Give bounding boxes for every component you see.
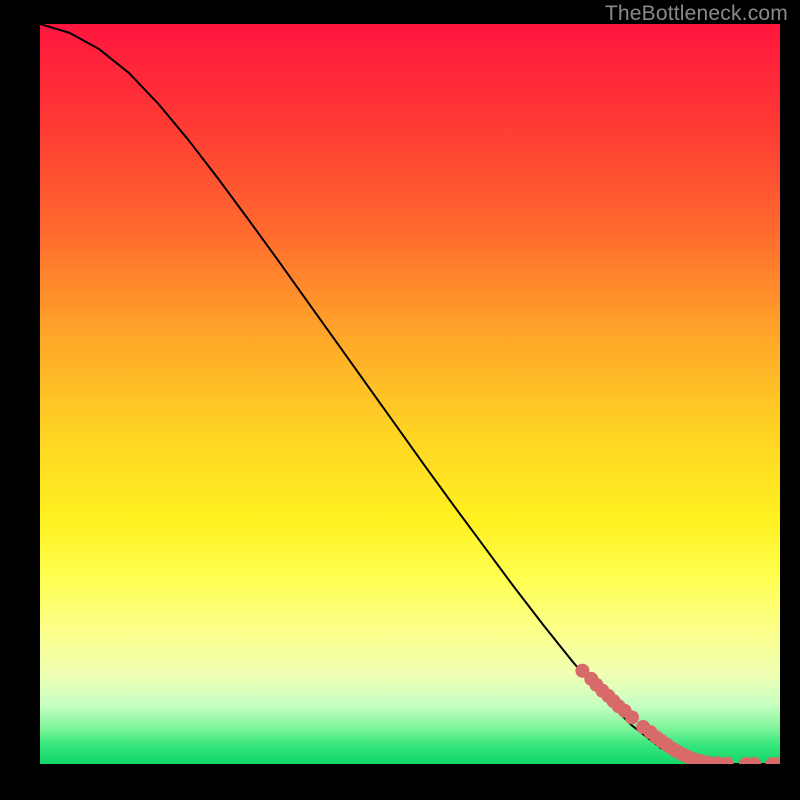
- marker-point: [625, 710, 639, 724]
- marker-point: [720, 757, 734, 764]
- plot-area: [40, 24, 780, 764]
- chart-svg: [40, 24, 780, 764]
- marker-group: [575, 664, 780, 764]
- chart-frame: TheBottleneck.com: [0, 0, 800, 800]
- curve-line: [40, 24, 780, 764]
- watermark-label: TheBottleneck.com: [605, 2, 788, 26]
